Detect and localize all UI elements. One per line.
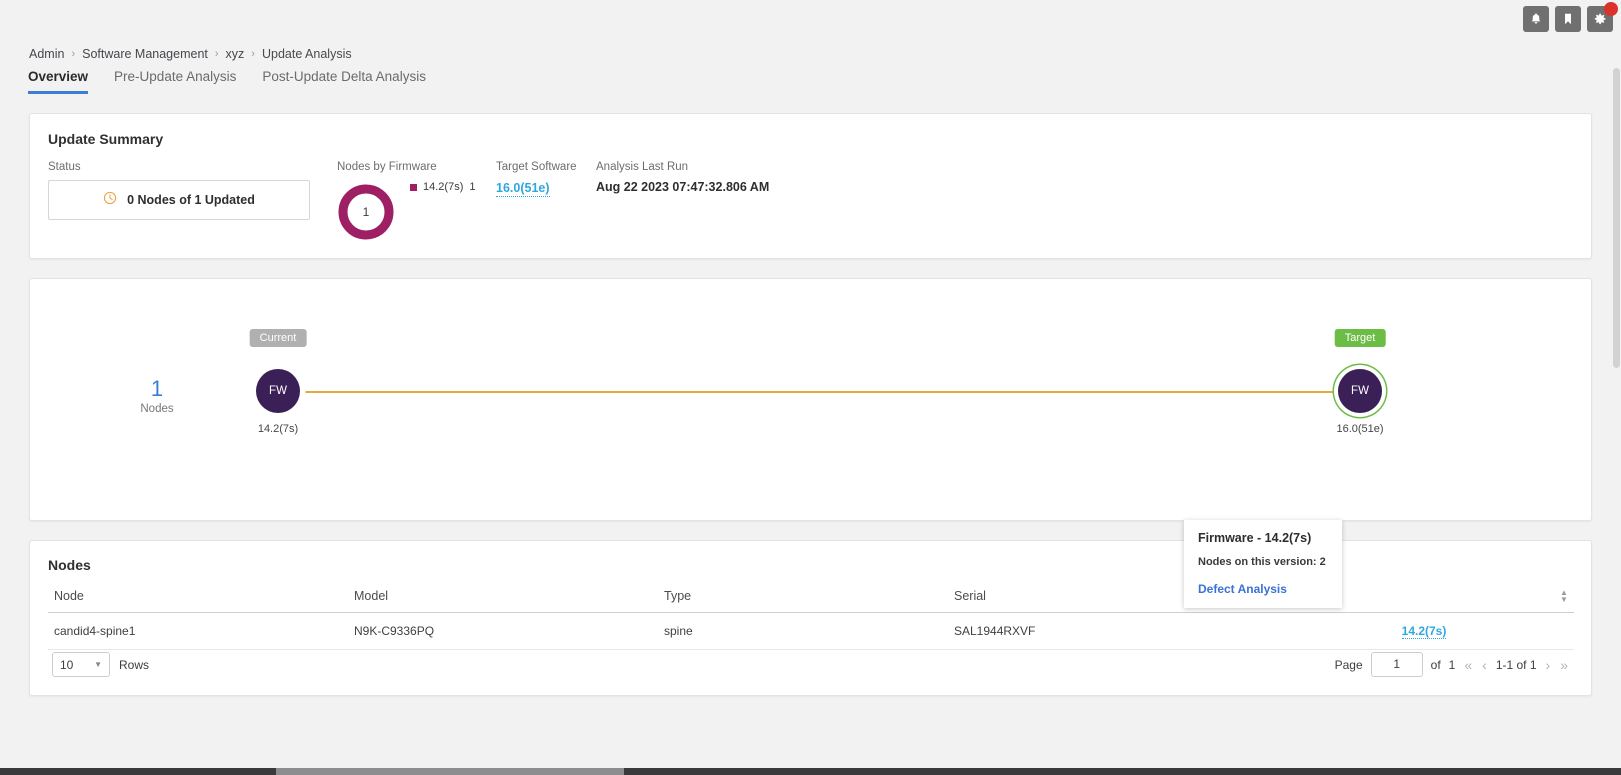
nodes-title: Nodes bbox=[48, 557, 91, 573]
cell-type: spine bbox=[658, 612, 948, 650]
status-label: Status bbox=[48, 161, 81, 173]
target-badge: Target bbox=[1334, 329, 1386, 347]
target-node-ring: FW bbox=[1338, 369, 1382, 413]
target-node-version: 16.0(51e) bbox=[1336, 423, 1384, 435]
page-range-label: 1-1 of 1 bbox=[1495, 657, 1537, 672]
status-box: 0 Nodes of 1 Updated bbox=[48, 180, 310, 220]
tab-overview[interactable]: Overview bbox=[28, 69, 89, 94]
nodes-table: Node Model Type Serial Firmware candid4-… bbox=[48, 583, 1574, 650]
target-node-circle: FW bbox=[1338, 369, 1382, 413]
breadcrumb-separator: › bbox=[214, 48, 219, 60]
column-header-node[interactable]: Node bbox=[48, 583, 348, 613]
breadcrumb-separator: › bbox=[251, 48, 255, 60]
legend-count: 1 bbox=[469, 181, 476, 193]
prev-page-icon[interactable]: ‹ bbox=[1481, 657, 1488, 673]
breadcrumb-item-xyz[interactable]: xyz bbox=[226, 47, 245, 61]
nodes-by-firmware-donut[interactable]: 1 bbox=[337, 183, 395, 241]
status-block: Status 0 Nodes of 1 Updated bbox=[48, 161, 310, 220]
page-label: Page bbox=[1334, 657, 1363, 672]
target-firmware-node[interactable]: Target FW 16.0(51e) bbox=[1334, 329, 1386, 435]
breadcrumb: Admin › Software Management › xyz › Upda… bbox=[29, 47, 352, 61]
flow-node-count: 1 Nodes bbox=[129, 376, 185, 416]
total-pages: 1 bbox=[1448, 657, 1456, 672]
firmware-version-link[interactable]: 14.2(7s) bbox=[1401, 624, 1447, 639]
breadcrumb-item-admin[interactable]: Admin bbox=[29, 47, 64, 61]
rows-label: Rows bbox=[119, 657, 150, 672]
breadcrumb-item-update-analysis: Update Analysis bbox=[261, 47, 352, 61]
tab-bar: Overview Pre-Update Analysis Post-Update… bbox=[28, 69, 426, 94]
cell-node: candid4-spine1 bbox=[48, 612, 348, 650]
flow-node-count-label: Nodes bbox=[140, 403, 174, 415]
flow-node-count-value: 1 bbox=[150, 376, 164, 401]
horizontal-scrollbar[interactable] bbox=[0, 768, 1621, 775]
of-label: of bbox=[1430, 657, 1441, 672]
defect-analysis-link[interactable]: Defect Analysis bbox=[1198, 582, 1328, 596]
first-page-icon[interactable]: « bbox=[1463, 657, 1473, 673]
gear-icon[interactable] bbox=[1587, 2, 1618, 32]
current-node-ring: FW bbox=[256, 369, 300, 413]
tab-post-update-delta-analysis[interactable]: Post-Update Delta Analysis bbox=[262, 69, 426, 94]
update-summary-title: Update Summary bbox=[48, 131, 164, 147]
nodes-by-firmware-label: Nodes by Firmware bbox=[337, 161, 437, 173]
column-header-type[interactable]: Type bbox=[658, 583, 948, 613]
vertical-scrollbar-thumb[interactable] bbox=[1613, 68, 1620, 368]
rows-per-page-select[interactable]: 10 ▼ bbox=[52, 652, 110, 677]
last-page-icon[interactable]: » bbox=[1559, 657, 1569, 673]
target-software-block: Target Software 16.0(51e) bbox=[496, 161, 577, 197]
current-node-version: 14.2(7s) bbox=[257, 423, 299, 435]
status-value: 0 Nodes of 1 Updated bbox=[127, 193, 255, 207]
column-header-model[interactable]: Model bbox=[348, 583, 658, 613]
current-node-circle: FW bbox=[256, 369, 300, 413]
tooltip-title: Firmware - 14.2(7s) bbox=[1198, 531, 1312, 545]
cell-firmware: 14.2(7s) bbox=[1268, 612, 1574, 650]
chevron-down-icon: ▼ bbox=[94, 660, 102, 669]
breadcrumb-item-software-management[interactable]: Software Management bbox=[82, 47, 208, 61]
nodes-by-firmware-block: Nodes by Firmware 1 14.2(7s) 1 bbox=[337, 161, 497, 241]
next-page-icon[interactable]: › bbox=[1545, 657, 1552, 673]
tooltip-subtitle: Nodes on this version: 2 bbox=[1198, 556, 1326, 568]
current-firmware-node[interactable]: Current FW 14.2(7s) bbox=[249, 329, 307, 435]
update-analysis-page: Admin › Software Management › xyz › Upda… bbox=[0, 0, 1621, 775]
update-summary-card: Update Summary Status 0 Nodes of 1 Updat… bbox=[29, 113, 1592, 259]
vertical-scrollbar[interactable] bbox=[1611, 32, 1621, 767]
bell-icon[interactable] bbox=[1523, 6, 1549, 32]
rows-per-page-control: 10 ▼ Rows bbox=[52, 652, 149, 677]
firmware-tooltip: Firmware - 14.2(7s) Nodes on this versio… bbox=[1184, 520, 1342, 608]
target-software-label: Target Software bbox=[496, 161, 577, 173]
donut-legend-item: 14.2(7s) 1 bbox=[410, 181, 475, 193]
table-row[interactable]: candid4-spine1 N9K-C9336PQ spine SAL1944… bbox=[48, 612, 1574, 650]
cell-model: N9K-C9336PQ bbox=[348, 612, 658, 650]
clock-icon bbox=[103, 191, 117, 210]
top-icon-bar bbox=[1523, 2, 1618, 32]
gear-badge bbox=[1604, 2, 1618, 16]
rows-per-page-value: 10 bbox=[60, 657, 74, 672]
target-software-link[interactable]: 16.0(51e) bbox=[496, 180, 550, 197]
horizontal-scrollbar-thumb[interactable] bbox=[276, 768, 624, 775]
sort-caret-icon[interactable]: ▲ ▼ bbox=[1559, 589, 1569, 604]
tab-pre-update-analysis[interactable]: Pre-Update Analysis bbox=[114, 69, 236, 94]
page-number-input[interactable]: 1 bbox=[1370, 652, 1423, 677]
legend-swatch-icon bbox=[410, 183, 417, 191]
analysis-last-run-block: Analysis Last Run Aug 22 2023 07:47:32.8… bbox=[596, 161, 769, 194]
breadcrumb-separator: › bbox=[71, 48, 76, 60]
nodes-card: Nodes Node Model Type Serial Firmware ca… bbox=[29, 540, 1592, 696]
donut-center-value: 1 bbox=[362, 205, 370, 219]
firmware-flow-card: 1 Nodes Current FW 14.2(7s) Target FW 16… bbox=[29, 278, 1592, 521]
analysis-last-run-value: Aug 22 2023 07:47:32.806 AM bbox=[596, 180, 770, 194]
pagination-control: Page 1 of 1 « ‹ 1-1 of 1 › » bbox=[1335, 652, 1569, 677]
analysis-last-run-label: Analysis Last Run bbox=[596, 161, 689, 173]
legend-label: 14.2(7s) bbox=[423, 181, 464, 193]
cell-serial: SAL1944RXVF bbox=[948, 612, 1268, 650]
current-badge: Current bbox=[249, 329, 307, 347]
bookmark-icon[interactable] bbox=[1555, 6, 1581, 32]
table-header-row: Node Model Type Serial Firmware bbox=[48, 583, 1574, 613]
flow-connector-line bbox=[302, 391, 1360, 393]
